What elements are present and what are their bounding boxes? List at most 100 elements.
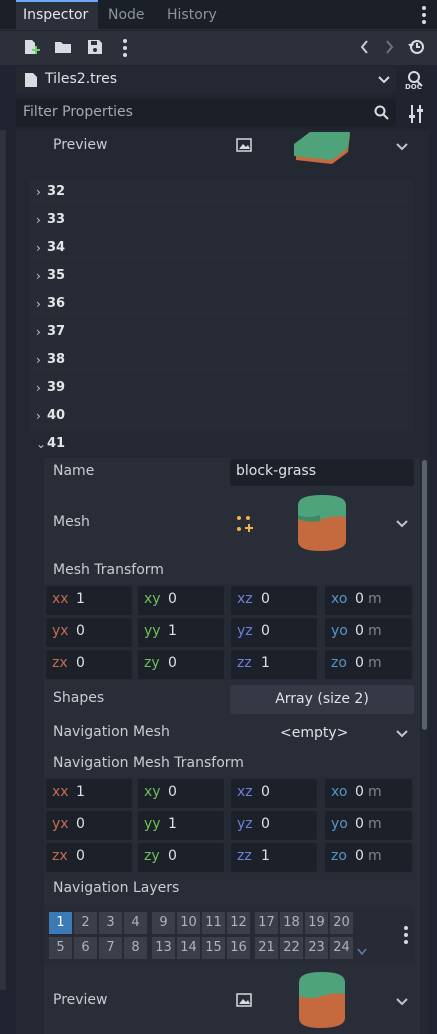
nav-transform-yz[interactable]: yz 0 — [231, 811, 317, 840]
layer-button-22[interactable]: 22 — [280, 937, 303, 959]
layer-button-6[interactable]: 6 — [74, 937, 97, 959]
tab-inspector[interactable]: Inspector — [16, 0, 98, 30]
chevron-down-icon[interactable] — [396, 997, 408, 1007]
search-icon — [374, 105, 389, 120]
list-item[interactable]: › 40 — [30, 404, 414, 431]
resource-picker[interactable]: Tiles2.tres — [16, 66, 396, 94]
new-resource-icon[interactable] — [22, 38, 42, 58]
mesh-transform-yz[interactable]: yz 0 — [231, 618, 317, 647]
layer-button-9[interactable]: 9 — [152, 912, 175, 934]
nav-transform-zy[interactable]: zy 0 — [138, 843, 224, 872]
scrollbar-thumb[interactable] — [422, 460, 427, 730]
nav-transform-zo[interactable]: zo 0 m — [325, 843, 412, 872]
chevron-down-icon[interactable] — [396, 729, 408, 739]
tab-node[interactable]: Node — [108, 0, 158, 30]
mesh-thumbnail[interactable] — [294, 493, 350, 553]
mesh-transform-zz[interactable]: zz 1 — [231, 650, 317, 679]
layer-button-18[interactable]: 18 — [280, 912, 303, 934]
shapes-array-button[interactable]: Array (size 2) — [230, 685, 414, 714]
mesh-transform-yx[interactable]: yx 0 — [46, 618, 132, 647]
layer-button-8[interactable]: 8 — [124, 937, 147, 959]
nav-transform-zz[interactable]: zz 1 — [231, 843, 317, 872]
expand-layers-icon[interactable] — [357, 948, 367, 956]
chevron-down-icon[interactable] — [378, 75, 390, 85]
back-icon[interactable] — [356, 38, 376, 58]
dock-menu-icon[interactable] — [417, 4, 431, 26]
doc-icon[interactable]: DOC — [403, 68, 429, 94]
open-folder-icon[interactable] — [54, 38, 74, 58]
chevron-down-icon[interactable] — [396, 519, 408, 529]
layer-button-7[interactable]: 7 — [99, 937, 122, 959]
layer-button-5[interactable]: 5 — [49, 937, 72, 959]
list-item[interactable]: › 37 — [30, 320, 414, 347]
nav-transform-xx[interactable]: xx 1 — [46, 779, 132, 808]
list-item[interactable]: › 34 — [30, 236, 414, 263]
layer-button-11[interactable]: 11 — [202, 912, 225, 934]
layers-menu-icon[interactable] — [399, 924, 413, 946]
layer-button-24[interactable]: 24 — [330, 937, 353, 959]
mesh-transform-xy[interactable]: xy 0 — [138, 586, 224, 615]
layer-button-1[interactable]: 1 — [49, 912, 72, 934]
mesh-transform-yy[interactable]: yy 1 — [138, 618, 224, 647]
nav-transform-zx[interactable]: zx 0 — [46, 843, 132, 872]
mesh-transform-yo[interactable]: yo 0 m — [325, 618, 412, 647]
chevron-right-icon: › — [36, 185, 41, 199]
mesh-instance-icon[interactable] — [236, 515, 254, 533]
layer-button-14[interactable]: 14 — [177, 937, 200, 959]
list-item[interactable]: › 39 — [30, 376, 414, 403]
chevron-right-icon: › — [36, 297, 41, 311]
name-label: Name — [53, 463, 95, 479]
list-item[interactable]: › 35 — [30, 264, 414, 291]
save-icon[interactable] — [86, 38, 106, 58]
layer-button-12[interactable]: 12 — [227, 912, 250, 934]
filter-properties-input[interactable]: Filter Properties — [16, 99, 396, 127]
layer-button-2[interactable]: 2 — [74, 912, 97, 934]
list-item[interactable]: › 36 — [30, 292, 414, 319]
preview-thumbnail-top[interactable] — [292, 130, 352, 166]
layer-button-23[interactable]: 23 — [305, 937, 328, 959]
layer-button-15[interactable]: 15 — [202, 937, 225, 959]
navigation-mesh-picker[interactable]: <empty> — [230, 719, 414, 747]
mesh-transform-xo[interactable]: xo 0 m — [325, 586, 412, 615]
tab-history[interactable]: History — [167, 0, 227, 30]
more-options-icon[interactable] — [118, 38, 132, 58]
layer-button-20[interactable]: 20 — [330, 912, 353, 934]
list-item[interactable]: › 33 — [30, 208, 414, 235]
shapes-label: Shapes — [53, 690, 105, 706]
name-field[interactable]: block-grass — [230, 459, 414, 486]
layer-button-13[interactable]: 13 — [152, 937, 175, 959]
image-icon[interactable] — [236, 138, 252, 152]
mesh-transform-label: Mesh Transform — [53, 562, 164, 578]
layer-button-17[interactable]: 17 — [255, 912, 278, 934]
layer-button-21[interactable]: 21 — [255, 937, 278, 959]
navigation-layers-label: Navigation Layers — [53, 880, 180, 896]
forward-icon[interactable] — [380, 38, 400, 58]
resource-name: Tiles2.tres — [45, 71, 118, 87]
chevron-right-icon: › — [36, 353, 41, 367]
list-item-expanded[interactable]: ⌄ 41 — [30, 432, 414, 459]
nav-transform-xy[interactable]: xy 0 — [138, 779, 224, 808]
mesh-transform-xz[interactable]: xz 0 — [231, 586, 317, 615]
layer-button-19[interactable]: 19 — [305, 912, 328, 934]
layer-button-16[interactable]: 16 — [227, 937, 250, 959]
chevron-down-icon: ⌄ — [36, 437, 47, 451]
mesh-transform-zx[interactable]: zx 0 — [46, 650, 132, 679]
chevron-down-icon[interactable] — [396, 142, 408, 152]
layer-button-10[interactable]: 10 — [177, 912, 200, 934]
preview-thumbnail[interactable] — [296, 970, 348, 1030]
layer-button-3[interactable]: 3 — [99, 912, 122, 934]
mesh-transform-zo[interactable]: zo 0 m — [325, 650, 412, 679]
history-icon[interactable] — [407, 38, 427, 58]
mesh-transform-zy[interactable]: zy 0 — [138, 650, 224, 679]
nav-transform-yx[interactable]: yx 0 — [46, 811, 132, 840]
image-icon[interactable] — [236, 993, 252, 1007]
nav-transform-yo[interactable]: yo 0 m — [325, 811, 412, 840]
layer-button-4[interactable]: 4 — [124, 912, 147, 934]
nav-transform-yy[interactable]: yy 1 — [138, 811, 224, 840]
list-item[interactable]: › 32 — [30, 180, 414, 207]
list-item[interactable]: › 38 — [30, 348, 414, 375]
nav-transform-xz[interactable]: xz 0 — [231, 779, 317, 808]
object-properties-icon[interactable] — [405, 103, 427, 125]
mesh-transform-xx[interactable]: xx 1 — [46, 586, 132, 615]
nav-transform-xo[interactable]: xo 0 m — [325, 779, 412, 808]
